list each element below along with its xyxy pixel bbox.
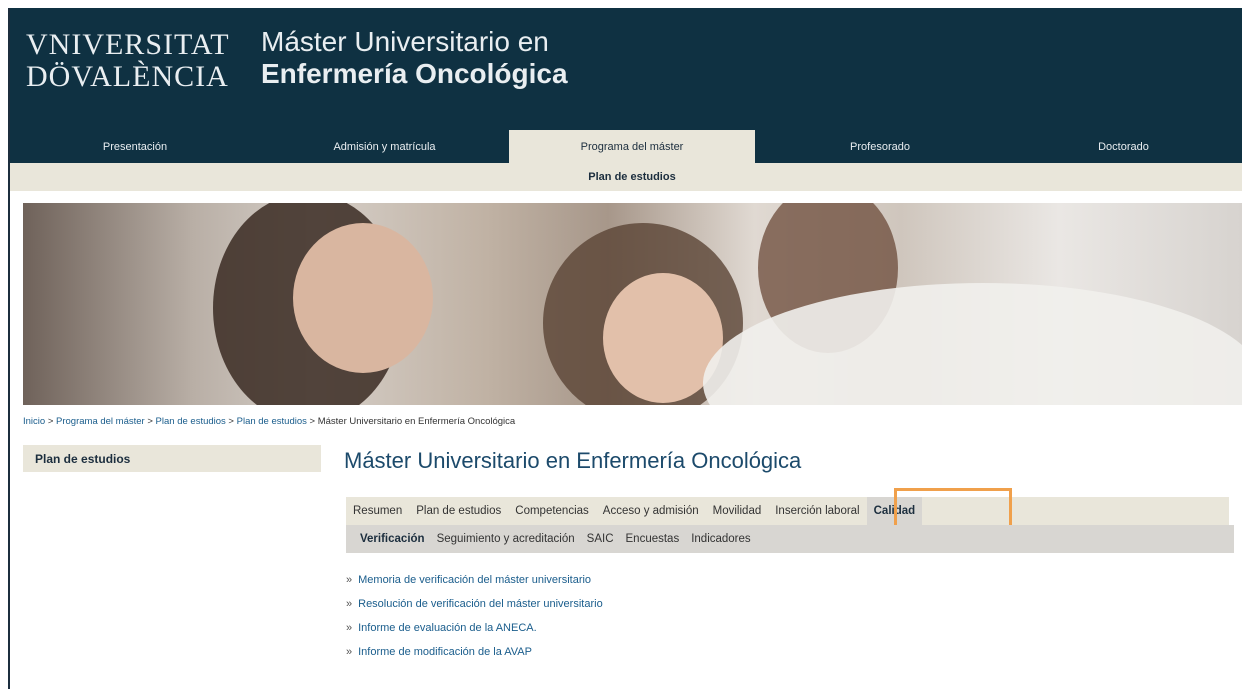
sub-nav: Plan de estudios <box>10 163 1242 191</box>
bullet-icon: » <box>346 574 353 586</box>
list-item: » Memoria de verificación del máster univ… <box>346 568 603 592</box>
breadcrumb-current: Máster Universitario en Enfermería Oncol… <box>317 416 516 427</box>
logo-line-1: VNIVERSITAT <box>26 28 230 61</box>
breadcrumb-separator: > <box>225 416 237 427</box>
subnav-item-plan-de-estudios[interactable]: Plan de estudios <box>509 163 755 191</box>
link-resolucion-verificacion[interactable]: Resolución de verificación del máster un… <box>358 598 603 610</box>
page: VNIVERSITAT DÖVALÈNCIA Máster Universita… <box>10 8 1242 689</box>
window-frame-left <box>0 0 8 689</box>
sidebar-item-plan-de-estudios[interactable]: Plan de estudios <box>35 452 130 466</box>
nav-item-doctorado[interactable]: Doctorado <box>1005 130 1242 163</box>
hero-photo <box>23 203 1242 405</box>
breadcrumb-separator: > <box>144 416 156 427</box>
subtab-saic[interactable]: SAIC <box>581 525 620 553</box>
page-title: Máster Universitario en Enfermería Oncol… <box>344 448 802 473</box>
subtab-seguimiento[interactable]: Seguimiento y acreditación <box>431 525 581 553</box>
content-subtabs: Verificación Seguimiento y acreditación … <box>346 525 1234 553</box>
list-item: » Resolución de verificación del máster u… <box>346 592 603 616</box>
nav-item-admision[interactable]: Admisión y matrícula <box>260 130 509 163</box>
breadcrumb-link-plan[interactable]: Plan de estudios <box>156 416 226 427</box>
sidebar-menu: Plan de estudios <box>23 445 321 472</box>
breadcrumb-link-programa[interactable]: Programa del máster <box>56 416 145 427</box>
hero-person-face <box>293 223 433 373</box>
tab-resumen[interactable]: Resumen <box>346 497 409 525</box>
list-item: » Informe de evaluación de la ANECA. <box>346 616 603 640</box>
bullet-icon: » <box>346 646 353 658</box>
tab-movilidad[interactable]: Movilidad <box>706 497 769 525</box>
master-title-line-2: Enfermería Oncológica <box>261 58 568 89</box>
link-memoria-verificacion[interactable]: Memoria de verificación del máster unive… <box>358 574 591 586</box>
link-informe-avap[interactable]: Informe de modificación de la AVAP <box>358 646 532 658</box>
tab-plan-de-estudios[interactable]: Plan de estudios <box>409 497 508 525</box>
document-list: » Memoria de verificación del máster univ… <box>346 568 603 664</box>
breadcrumb-separator: > <box>306 416 318 427</box>
nav-item-presentacion[interactable]: Presentación <box>10 130 260 163</box>
main-nav: Presentación Admisión y matrícula Progra… <box>10 130 1242 163</box>
subtab-encuestas[interactable]: Encuestas <box>620 525 686 553</box>
university-logo[interactable]: VNIVERSITAT DÖVALÈNCIA <box>26 30 230 92</box>
breadcrumb-link-inicio[interactable]: Inicio <box>23 416 45 427</box>
breadcrumb: Inicio > Programa del máster > Plan de e… <box>23 416 515 427</box>
master-title-line-1: Máster Universitario en <box>261 26 549 57</box>
breadcrumb-link-plan-2[interactable]: Plan de estudios <box>237 416 307 427</box>
tab-competencias[interactable]: Competencias <box>508 497 596 525</box>
tab-acceso-y-admision[interactable]: Acceso y admisión <box>596 497 706 525</box>
list-item: » Informe de modificación de la AVAP <box>346 640 603 664</box>
content-tabs: Resumen Plan de estudios Competencias Ac… <box>346 497 1229 525</box>
subtab-verificacion[interactable]: Verificación <box>354 525 431 553</box>
subtab-indicadores[interactable]: Indicadores <box>685 525 756 553</box>
link-informe-aneca[interactable]: Informe de evaluación de la ANECA. <box>358 622 537 634</box>
site-header: VNIVERSITAT DÖVALÈNCIA Máster Universita… <box>10 8 1242 130</box>
bullet-icon: » <box>346 598 353 610</box>
nav-item-profesorado[interactable]: Profesorado <box>755 130 1005 163</box>
logo-line-2: DÖVALÈNCIA <box>26 60 229 93</box>
tab-insercion-laboral[interactable]: Inserción laboral <box>768 497 866 525</box>
tab-calidad[interactable]: Calidad <box>866 497 923 525</box>
breadcrumb-separator: > <box>45 416 57 427</box>
bullet-icon: » <box>346 622 353 634</box>
nav-item-programa[interactable]: Programa del máster <box>509 130 755 163</box>
master-title[interactable]: Máster Universitario en Enfermería Oncol… <box>261 26 568 90</box>
